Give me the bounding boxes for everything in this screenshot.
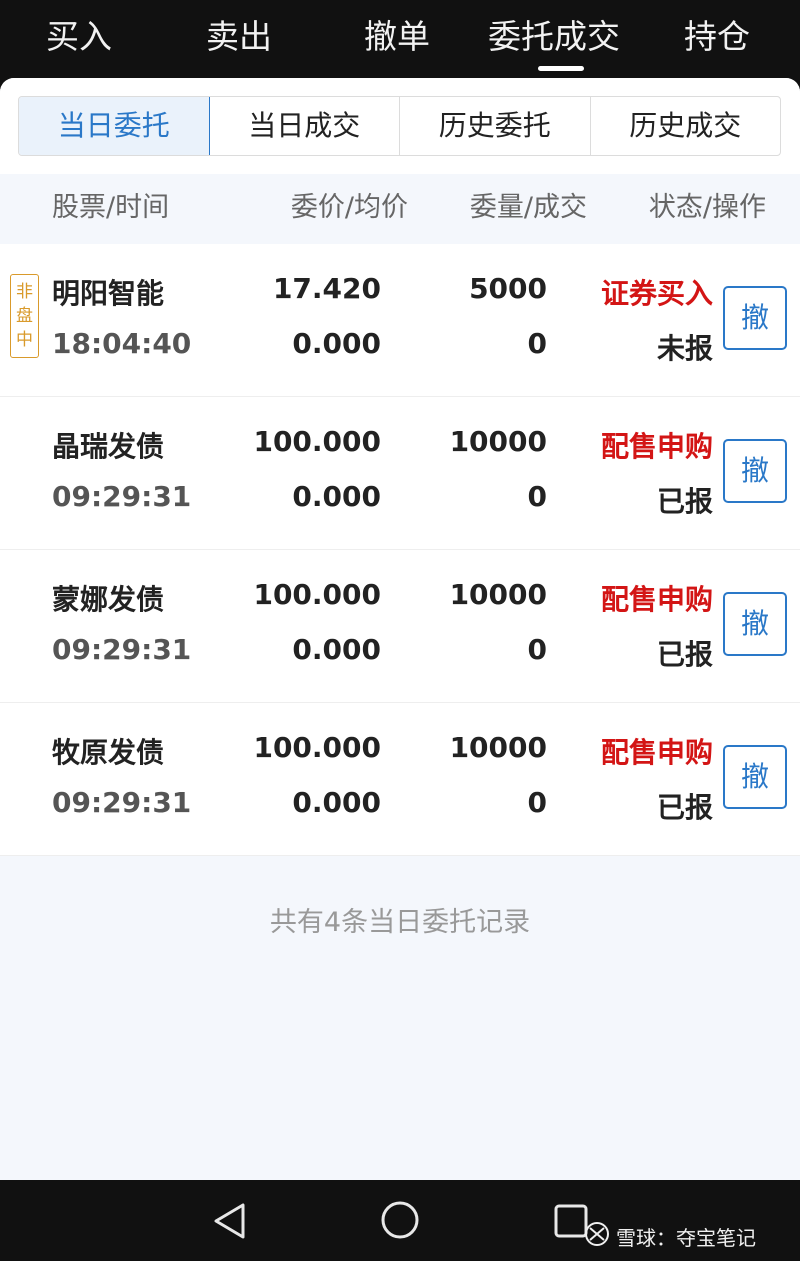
order-quantity: 10000 — [449, 425, 547, 458]
active-tab-indicator — [538, 66, 584, 71]
order-time: 18:04:40 — [52, 327, 192, 360]
order-row[interactable]: 非 盘 中 明阳智能 18:04:40 17.420 0.000 5000 0 … — [0, 244, 800, 397]
order-row[interactable]: 蒙娜发债 09:29:31 100.000 0.000 10000 0 配售申购… — [0, 550, 800, 703]
order-row[interactable]: 牧原发债 09:29:31 100.000 0.000 10000 0 配售申购… — [0, 703, 800, 856]
order-type: 证券买入 — [600, 277, 713, 310]
average-price: 0.000 — [292, 480, 381, 513]
watermark: 雪球：夺宝笔记 — [584, 1221, 756, 1251]
order-quantity: 5000 — [469, 272, 547, 305]
screen: 买入 卖出 撤单 委托成交 持仓 当日委托 当日成交 历史委托 历史成交 股票/… — [0, 0, 800, 1261]
column-header: 股票/时间 委价/均价 委量/成交 状态/操作 — [0, 174, 800, 244]
order-status: 已报 — [656, 791, 713, 824]
order-status: 未报 — [656, 332, 713, 365]
tab-orders-trades[interactable]: 委托成交 — [488, 12, 620, 62]
cancel-order-button[interactable]: 撤 — [723, 745, 787, 809]
watermark-text: 雪球：夺宝笔记 — [616, 1225, 756, 1250]
filled-quantity: 0 — [527, 786, 547, 819]
top-nav: 买入 卖出 撤单 委托成交 持仓 — [0, 0, 800, 78]
order-quantity: 10000 — [449, 731, 547, 764]
order-price: 100.000 — [253, 425, 381, 458]
column-qty-filled: 委量/成交 — [469, 192, 587, 223]
column-status-action: 状态/操作 — [648, 192, 766, 223]
order-price: 100.000 — [253, 578, 381, 611]
stock-name: 晶瑞发债 — [52, 430, 165, 463]
order-list: 非 盘 中 明阳智能 18:04:40 17.420 0.000 5000 0 … — [0, 244, 800, 856]
segment-history-orders[interactable]: 历史委托 — [400, 97, 591, 155]
tab-buy[interactable]: 买入 — [46, 12, 112, 62]
segment-today-trades[interactable]: 当日成交 — [210, 97, 400, 155]
tab-sell[interactable]: 卖出 — [206, 12, 272, 62]
order-status: 已报 — [656, 485, 713, 518]
tab-cancel-order[interactable]: 撤单 — [364, 12, 430, 62]
filled-quantity: 0 — [527, 633, 547, 666]
order-time: 09:29:31 — [52, 633, 192, 666]
order-time: 09:29:31 — [52, 786, 192, 819]
circle-home-icon[interactable] — [380, 1200, 420, 1244]
triangle-back-icon[interactable] — [210, 1201, 250, 1245]
filled-quantity: 0 — [527, 327, 547, 360]
segment-history-trades[interactable]: 历史成交 — [591, 97, 781, 155]
tab-positions[interactable]: 持仓 — [684, 12, 750, 62]
cancel-order-button[interactable]: 撤 — [723, 592, 787, 656]
order-time: 09:29:31 — [52, 480, 192, 513]
order-row[interactable]: 晶瑞发债 09:29:31 100.000 0.000 10000 0 配售申购… — [0, 397, 800, 550]
order-type: 配售申购 — [600, 736, 713, 769]
snowball-logo-icon — [584, 1221, 610, 1252]
filled-quantity: 0 — [527, 480, 547, 513]
average-price: 0.000 — [292, 633, 381, 666]
column-price-avg: 委价/均价 — [290, 192, 408, 223]
order-quantity: 10000 — [449, 578, 547, 611]
order-price: 100.000 — [253, 731, 381, 764]
average-price: 0.000 — [292, 327, 381, 360]
order-type: 配售申购 — [600, 583, 713, 616]
segmented-control: 当日委托 当日成交 历史委托 历史成交 — [18, 96, 781, 156]
cancel-order-button[interactable]: 撤 — [723, 286, 787, 350]
cancel-order-button[interactable]: 撤 — [723, 439, 787, 503]
order-type: 配售申购 — [600, 430, 713, 463]
order-status: 已报 — [656, 638, 713, 671]
stock-name: 牧原发债 — [52, 736, 165, 769]
stock-name: 明阳智能 — [52, 277, 165, 310]
average-price: 0.000 — [292, 786, 381, 819]
order-price: 17.420 — [272, 272, 381, 305]
stock-name: 蒙娜发债 — [52, 583, 165, 616]
segment-today-orders[interactable]: 当日委托 — [19, 97, 210, 155]
off-session-badge: 非 盘 中 — [10, 274, 39, 358]
records-summary: 共有4条当日委托记录 — [269, 907, 531, 938]
column-stock-time: 股票/时间 — [52, 192, 170, 223]
main-content: 当日委托 当日成交 历史委托 历史成交 股票/时间 委价/均价 委量/成交 状态… — [0, 78, 800, 1180]
